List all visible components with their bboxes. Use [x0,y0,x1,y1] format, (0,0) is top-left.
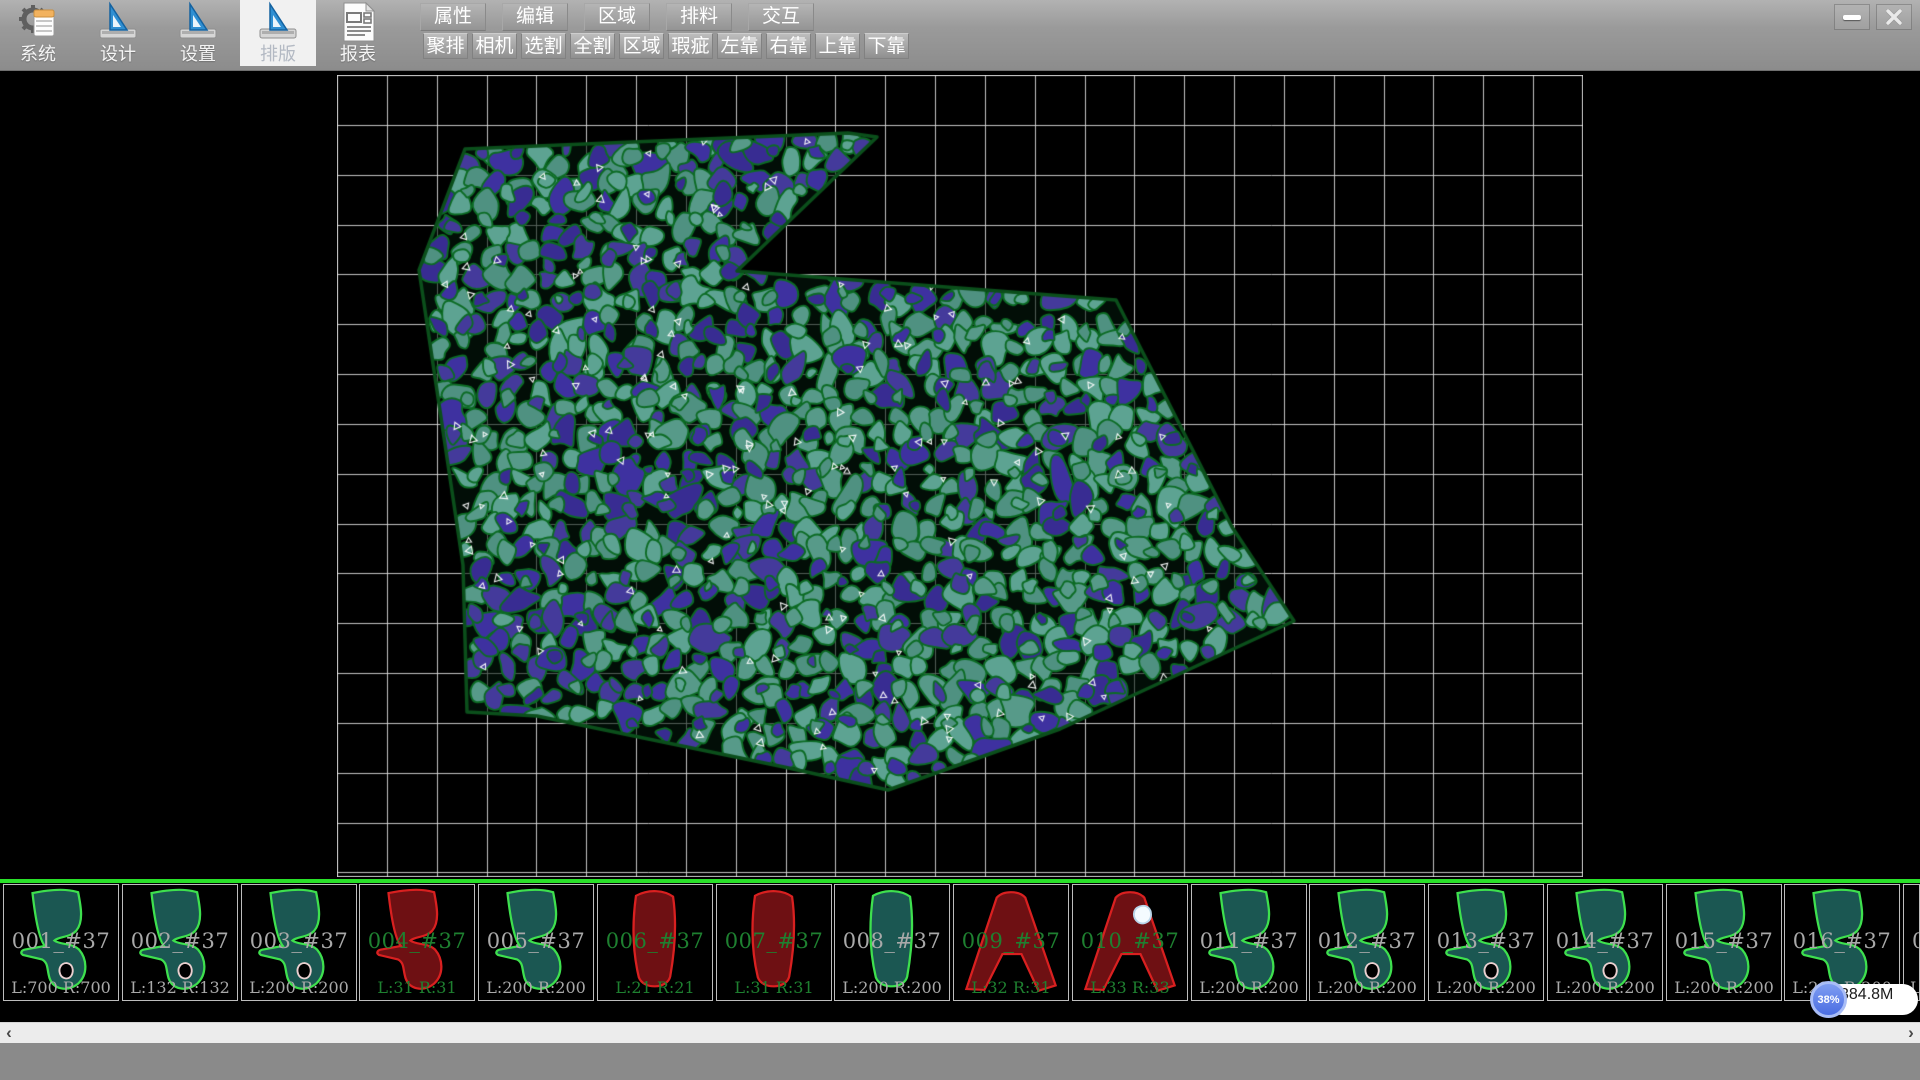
piece-shape-icon [954,885,1068,998]
menu-tab-2[interactable]: 编辑 [502,3,568,31]
tool-button-5[interactable]: 区域 [619,33,664,59]
piece-shape-icon [1667,885,1781,998]
set-square-icon [257,1,299,43]
thumbnail-cell-9[interactable]: 009_#37L:32 R:31 [953,884,1069,1001]
thumbnail-content: 004_#37L:31 R:31 [360,885,474,1000]
thumbnail-cell-4[interactable]: 004_#37L:31 R:31 [359,884,475,1001]
piece-shape-icon [123,885,237,998]
thumbnail-content: 005_#37L:200 R:200 [479,885,593,1000]
thumbnail-cell-8[interactable]: 008_#37L:200 R:200 [834,884,950,1001]
app-button-label: 系统 [20,43,56,65]
app-button-label: 排版 [260,43,296,65]
app-button-label: 设计 [100,43,136,65]
application-window: 系统设计设置排版报表 属性编辑区域排料交互 聚排相机选割全割区域瑕疵左靠右靠上靠… [0,0,1920,1080]
piece-shape-icon [479,885,593,998]
thumbnail-cell-7[interactable]: 007_#37L:31 R:31 [716,884,832,1001]
minimize-button[interactable] [1834,4,1870,30]
memory-value: 384.8M [1840,986,1893,1004]
window-controls [1834,4,1912,30]
piece-shape-icon [1192,885,1306,998]
tool-button-6[interactable]: 瑕疵 [668,33,713,59]
piece-shape-icon [717,885,831,998]
app-mode-buttons: 系统 设计 设置 排版 报表 [0,0,400,66]
thumbnail-cell-2[interactable]: 002_#37L:132 R:132 [122,884,238,1001]
tool-button-1[interactable]: 聚排 [423,33,468,59]
thumbnail-content: 002_#37L:132 R:132 [123,885,237,1000]
tool-button-4[interactable]: 全割 [570,33,615,59]
tool-button-7[interactable]: 左靠 [717,33,762,59]
tool-button-8[interactable]: 右靠 [766,33,811,59]
horizontal-scrollbar[interactable]: ‹ › [0,1022,1920,1043]
thumbnail-content: 008_#37L:200 R:200 [835,885,949,1000]
thumbnail-content: 013_#37L:200 R:200 [1429,885,1543,1000]
report-icon [337,1,379,43]
app-button-settings[interactable]: 设置 [160,0,236,66]
tool-bar: 聚排相机选割全割区域瑕疵左靠右靠上靠下靠 [423,33,913,59]
app-button-system[interactable]: 系统 [0,0,76,66]
set-square-icon [97,1,139,43]
progress-percent: 38% [1817,994,1839,1006]
minimize-icon [1843,15,1861,20]
thumbnail-cell-12[interactable]: 012_#37L:200 R:200 [1309,884,1425,1001]
pieces-film-strip: 001_#37L:700 R:700002_#37L:132 R:132003_… [0,884,1920,1002]
thumbnail-cell-1[interactable]: 001_#37L:700 R:700 [3,884,119,1001]
set-square-icon [177,1,219,43]
scroll-left-icon[interactable]: ‹ [0,1023,18,1043]
piece-shape-icon [598,885,712,998]
close-button[interactable] [1876,4,1912,30]
app-button-label: 报表 [340,43,376,65]
app-button-nesting[interactable]: 排版 [240,0,316,66]
tool-button-9[interactable]: 上靠 [815,33,860,59]
app-button-label: 设置 [180,43,216,65]
thumbnail-cell-14[interactable]: 014_#37L:200 R:200 [1547,884,1663,1001]
menu-tab-1[interactable]: 属性 [420,3,486,31]
piece-shape-icon [1073,885,1187,998]
piece-shape-icon [360,885,474,998]
thumbnail-cell-5[interactable]: 005_#37L:200 R:200 [478,884,594,1001]
app-button-design[interactable]: 设计 [80,0,156,66]
piece-shape-icon [835,885,949,998]
piece-shape-icon [1310,885,1424,998]
menu-tab-3[interactable]: 区域 [584,3,650,31]
thumbnail-content: 003_#37L:200 R:200 [242,885,356,1000]
thumbnail-content: 009_#37L:32 R:31 [954,885,1068,1000]
thumbnail-cell-15[interactable]: 015_#37L:200 R:200 [1666,884,1782,1001]
piece-shape-icon [4,885,118,998]
thumbnail-content: 012_#37L:200 R:200 [1310,885,1424,1000]
tool-button-10[interactable]: 下靠 [864,33,909,59]
thumbnail-cell-10[interactable]: 010_#37L:33 R:33 [1072,884,1188,1001]
status-bar [0,1043,1920,1080]
thumbnail-cell-3[interactable]: 003_#37L:200 R:200 [241,884,357,1001]
thumbnail-content: 011_#37L:200 R:200 [1192,885,1306,1000]
thumbnail-content: 007_#37L:31 R:31 [717,885,831,1000]
menu-tab-5[interactable]: 交互 [748,3,814,31]
menu-tab-4[interactable]: 排料 [666,3,732,31]
scroll-right-icon[interactable]: › [1902,1023,1920,1043]
app-button-report[interactable]: 报表 [320,0,396,66]
progress-circle-icon: 38% [1810,981,1847,1018]
thumbnail-cell-6[interactable]: 006_#37L:21 R:21 [597,884,713,1001]
tool-button-2[interactable]: 相机 [472,33,517,59]
thumbnail-cell-13[interactable]: 013_#37L:200 R:200 [1428,884,1544,1001]
thumbnail-content: 014_#37L:200 R:200 [1548,885,1662,1000]
gear-table-icon [17,1,59,43]
film-strip-separator [0,879,1920,883]
close-icon [1886,9,1902,25]
thumbnail-content: 015_#37L:200 R:200 [1667,885,1781,1000]
piece-shape-icon [242,885,356,998]
piece-shape-icon [1429,885,1543,998]
piece-shape-icon [1548,885,1662,998]
thumbnail-cell-11[interactable]: 011_#37L:200 R:200 [1191,884,1307,1001]
progress-badge[interactable]: 384.8M 38% [1810,981,1920,1018]
main-toolbar: 系统设计设置排版报表 属性编辑区域排料交互 聚排相机选割全割区域瑕疵左靠右靠上靠… [0,0,1920,71]
thumbnail-content: 006_#37L:21 R:21 [598,885,712,1000]
menu-bar: 属性编辑区域排料交互 [420,3,830,31]
thumbnail-content: 001_#37L:700 R:700 [4,885,118,1000]
nesting-canvas[interactable] [337,75,1583,877]
tool-button-3[interactable]: 选割 [521,33,566,59]
thumbnail-content: 010_#37L:33 R:33 [1073,885,1187,1000]
